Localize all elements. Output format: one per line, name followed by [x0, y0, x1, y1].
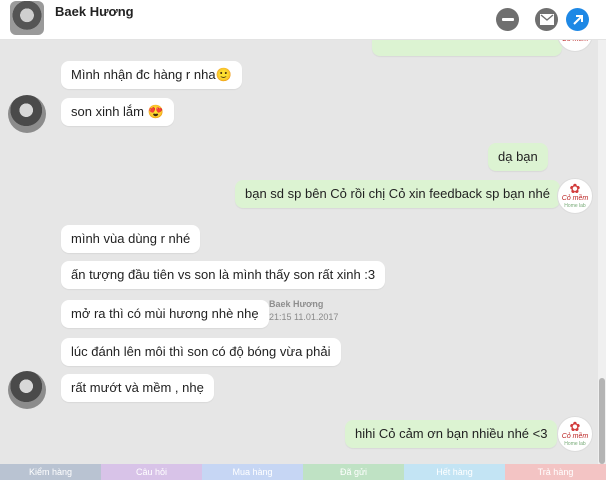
- message-bubble-partial: [372, 40, 562, 56]
- contact-name: Baek Hương: [55, 4, 134, 19]
- chat-scrollbar[interactable]: [598, 40, 606, 464]
- arrow-up-right-icon: [572, 14, 583, 25]
- message-bubble: mình vùa dùng r nhé: [61, 225, 201, 253]
- tab-cau-hoi[interactable]: Câu hỏi: [101, 464, 202, 480]
- message-bubble: lúc đánh lên môi thì son có độ bóng vừa …: [61, 338, 341, 366]
- minimize-button[interactable]: [496, 8, 519, 31]
- user-avatar[interactable]: [8, 371, 46, 409]
- user-avatar[interactable]: [8, 95, 46, 133]
- clover-icon: ✿: [569, 181, 581, 196]
- tab-kiem-hang[interactable]: Kiểm hàng: [0, 464, 101, 480]
- chat-area[interactable]: ✿ Cỏ mềm Mình nhận đc hàng r nha🙂 son xi…: [0, 40, 598, 464]
- contact-avatar[interactable]: [10, 1, 44, 35]
- scrollbar-thumb[interactable]: [599, 378, 605, 464]
- shop-avatar: ✿ Cỏ mềm: [557, 40, 593, 52]
- share-button[interactable]: [566, 8, 589, 31]
- tab-tra-hang[interactable]: Trả hàng: [505, 464, 606, 480]
- label-tab-bar: Kiểm hàng Câu hỏi Mua hàng Đã gửi Hết hà…: [0, 464, 606, 480]
- clover-icon: ✿: [569, 419, 581, 434]
- message-bubble: dạ bạn: [488, 143, 548, 171]
- message-meta: Baek Hương 21:15 11.01.2017: [269, 298, 338, 324]
- message-bubble: bạn sd sp bên Cỏ rồi chị Cỏ xin feedback…: [235, 180, 560, 208]
- message-bubble: mở ra thì có mùi hương nhè nhẹ: [61, 300, 269, 328]
- message-bubble: rất mướt và mềm , nhẹ: [61, 374, 214, 402]
- message-bubble: ấn tượng đầu tiên vs son là mình thấy so…: [61, 261, 386, 289]
- tab-mua-hang[interactable]: Mua hàng: [202, 464, 303, 480]
- message-bubble: Mình nhận đc hàng r nha🙂: [61, 61, 242, 89]
- mail-icon: [539, 14, 554, 25]
- tab-het-hang[interactable]: Hết hàng: [404, 464, 505, 480]
- heart-eyes-emoji-icon: 😍: [147, 104, 164, 119]
- tab-da-gui[interactable]: Đã gửi: [303, 464, 404, 480]
- shop-avatar: ✿ Cỏ mềm Home lab: [557, 416, 593, 452]
- message-timestamp: 21:15 11.01.2017: [269, 312, 339, 322]
- shop-avatar: ✿ Cỏ mềm Home lab: [557, 178, 593, 214]
- message-bubble: hihi Cỏ cảm ơn bạn nhiều nhé <3: [345, 420, 558, 448]
- sender-name: Baek Hương: [269, 299, 324, 309]
- message-bubble: son xinh lắm 😍: [61, 98, 174, 126]
- chat-header: Baek Hương: [0, 0, 606, 40]
- smile-emoji-icon: 🙂: [215, 67, 232, 82]
- mail-button[interactable]: [535, 8, 558, 31]
